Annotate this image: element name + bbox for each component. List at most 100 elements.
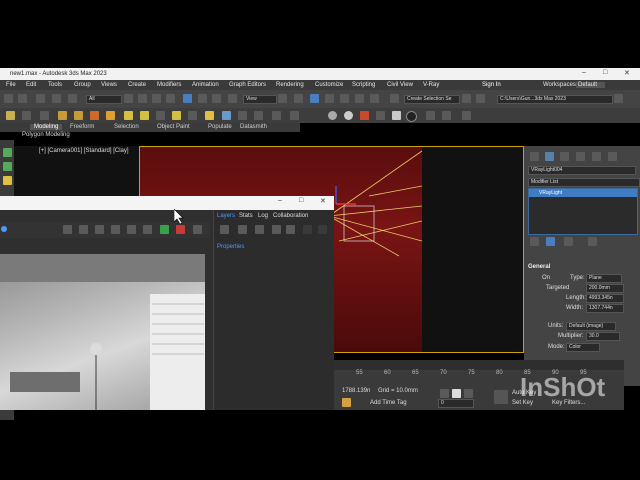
workspaces-select[interactable]: Default [576, 82, 606, 88]
project-path[interactable]: C:\Users\Gun...3ds Max 2023 [497, 95, 613, 104]
type-select[interactable]: Plane [586, 274, 622, 283]
snaps-toggle-icon[interactable] [325, 94, 334, 103]
units-select[interactable]: Default (image) [566, 322, 616, 331]
vray-scene-icon[interactable] [290, 111, 299, 120]
menu-edit[interactable]: Edit [26, 82, 36, 88]
vray-fur-icon[interactable] [238, 111, 247, 120]
selection-filter[interactable]: All [86, 95, 122, 104]
next-frame-icon[interactable] [464, 389, 473, 398]
menu-scripting[interactable]: Scripting [352, 82, 375, 88]
material-editor-icon[interactable] [58, 111, 67, 120]
curve-editor-icon[interactable] [40, 111, 49, 120]
pivot-center-icon[interactable] [278, 94, 287, 103]
layer-color-correction-icon[interactable] [238, 225, 247, 234]
track-mouse-icon[interactable] [127, 225, 136, 234]
move-icon[interactable] [183, 94, 192, 103]
load-image-icon[interactable] [79, 225, 88, 234]
vray-material-icon[interactable] [328, 111, 337, 120]
render-production-icon[interactable] [106, 111, 115, 120]
remove-modifier-icon[interactable] [588, 237, 597, 246]
export-icon[interactable] [442, 111, 451, 120]
motion-tab-icon[interactable] [576, 152, 585, 161]
vray-denoiser-icon[interactable] [360, 111, 369, 120]
layer-redo-icon[interactable] [318, 225, 327, 234]
vray-toolbar-icon[interactable] [376, 111, 385, 120]
undo-icon[interactable] [4, 94, 13, 103]
rotate-icon[interactable] [198, 94, 207, 103]
layer-load-icon[interactable] [272, 225, 281, 234]
menu-views[interactable]: Views [101, 82, 117, 88]
maximize-icon[interactable]: □ [603, 69, 607, 76]
play-icon[interactable] [452, 389, 461, 398]
sidebar-tool-icon[interactable] [3, 148, 12, 157]
stop-render-icon[interactable] [176, 225, 185, 234]
on-checkbox[interactable]: On [542, 275, 550, 281]
close-icon[interactable]: ✕ [624, 69, 630, 77]
ribbon-tab-modeling[interactable]: Modeling [30, 124, 63, 130]
pin-stack-icon[interactable] [530, 237, 539, 246]
percent-snap-icon[interactable] [355, 94, 364, 103]
interactive-render-icon[interactable] [160, 225, 169, 234]
signin-button[interactable]: Sign In [482, 82, 501, 88]
tab-layers[interactable]: Layers [217, 213, 235, 219]
general-section-title[interactable]: General [528, 264, 550, 270]
vray-material-sphere-icon[interactable] [344, 111, 353, 120]
channel-indicator-icon[interactable] [1, 226, 7, 232]
targeted-distance-field[interactable]: 200.0mm [586, 284, 624, 293]
tab-log[interactable]: Log [258, 213, 268, 219]
properties-header[interactable]: Properties [217, 244, 244, 250]
compare-icon[interactable] [111, 225, 120, 234]
reference-coordinate-select[interactable]: View [243, 95, 277, 104]
render-history-icon[interactable] [193, 225, 202, 234]
redo-icon[interactable] [18, 94, 27, 103]
modify-tab-icon[interactable] [545, 152, 554, 161]
rectangle-selection-icon[interactable] [152, 94, 161, 103]
width-field[interactable]: 1307.744n [586, 304, 624, 313]
select-object-icon[interactable] [124, 94, 133, 103]
add-time-tag-button[interactable]: Add Time Tag [370, 400, 407, 406]
select-by-name-icon[interactable] [138, 94, 147, 103]
multiplier-field[interactable]: 30.0 [586, 332, 620, 341]
menu-create[interactable]: Create [128, 82, 146, 88]
menu-graph-editors[interactable]: Graph Editors [229, 82, 266, 88]
layer-save-icon[interactable] [255, 225, 264, 234]
vray-sun-icon[interactable] [140, 111, 149, 120]
menu-tools[interactable]: Tools [48, 82, 62, 88]
vray-ambient-light-icon[interactable] [205, 111, 214, 120]
targeted-checkbox[interactable]: Targeted [546, 285, 569, 291]
angle-snap-icon[interactable] [340, 94, 349, 103]
vray-ies-icon[interactable] [188, 111, 197, 120]
layer-list-icon[interactable] [286, 225, 295, 234]
current-frame-field[interactable]: 0 [438, 399, 474, 408]
scale-icon[interactable] [212, 94, 221, 103]
project-folder-icon[interactable] [614, 94, 623, 103]
unlink-icon[interactable] [52, 94, 61, 103]
layer-undo-icon[interactable] [303, 225, 312, 234]
minimize-icon[interactable]: – [582, 69, 586, 76]
select-manipulate-icon[interactable] [294, 94, 303, 103]
save-image-icon[interactable] [63, 225, 72, 234]
length-field[interactable]: 4993.345n [586, 294, 624, 303]
menu-vray[interactable]: V-Ray [423, 82, 439, 88]
display-tab-icon[interactable] [592, 152, 601, 161]
utilities-tab-icon[interactable] [608, 152, 617, 161]
align-icon[interactable] [476, 94, 485, 103]
create-tab-icon[interactable] [530, 152, 539, 161]
edit-named-selection-icon[interactable] [390, 94, 399, 103]
tab-stats[interactable]: Stats [239, 213, 253, 219]
make-unique-icon[interactable] [564, 237, 573, 246]
keyboard-shortcut-override-icon[interactable] [310, 94, 319, 103]
object-name-field[interactable]: VRayLight004 [528, 166, 636, 175]
vray-camera-icon[interactable] [156, 111, 165, 120]
ribbon-tab-selection[interactable]: Selection [114, 124, 139, 130]
vray-frame-buffer-icon[interactable] [392, 111, 401, 120]
menu-civil-view[interactable]: Civil View [387, 82, 413, 88]
bind-spacewarp-icon[interactable] [68, 94, 77, 103]
collaborate-icon[interactable] [462, 111, 471, 120]
render-setup-icon[interactable] [74, 111, 83, 120]
modifier-list[interactable]: Modifier List [528, 178, 640, 187]
link-icon[interactable] [36, 94, 45, 103]
toggle-scene-explorer-icon[interactable] [22, 111, 31, 120]
menu-modifiers[interactable]: Modifiers [157, 82, 181, 88]
time-slider[interactable] [334, 360, 624, 370]
